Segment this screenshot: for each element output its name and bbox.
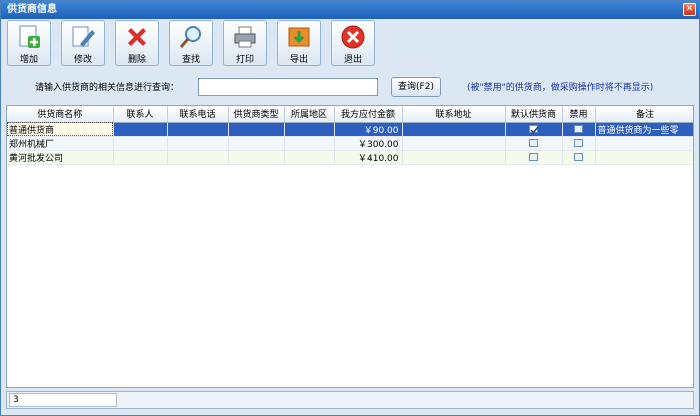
table-row[interactable]: 郑州机械厂 ￥300.00 [7,136,693,151]
default-checkbox[interactable] [529,152,538,161]
cell-address[interactable] [402,136,506,151]
add-button[interactable]: 增加 [7,20,51,66]
cell-address[interactable] [402,122,506,137]
window-title: 供货商信息 [7,4,57,15]
column-header[interactable]: 默认供货商 [505,106,563,123]
column-header[interactable]: 联系人 [113,106,168,123]
export-label: 导出 [289,55,308,65]
disabled-checkbox[interactable] [574,152,583,161]
cell-phone[interactable] [167,122,229,137]
query-button[interactable]: 查询(F2) [391,77,441,97]
add-doc-icon [19,25,40,48]
cell-default[interactable] [505,136,563,151]
print-label: 打印 [235,55,254,65]
print-button[interactable]: 打印 [223,20,267,66]
cell-contact[interactable] [113,150,168,165]
column-header[interactable]: 我方应付金额 [334,106,403,123]
cell-amount[interactable]: ￥300.00 [334,136,403,151]
search-label: 请输入供货商的相关信息进行查询： [35,83,180,93]
cell-address[interactable] [402,150,506,165]
cell-disabled[interactable] [562,122,596,137]
cell-note[interactable]: 普通供货商为一些零 [595,122,693,137]
cell-region[interactable] [284,150,335,165]
default-checkbox-checked[interactable] [529,124,539,134]
supplier-table: 供货商名称 联系人 联系电话 供货商类型 所属地区 我方应付金额 联系地址 默认… [6,105,694,388]
disabled-hint: (被"禁用"的供货商，做采购操作时将不再显示) [467,83,654,93]
cell-note[interactable] [595,150,693,165]
cell-name[interactable]: 普通供货商 [7,122,114,137]
search-row: 请输入供货商的相关信息进行查询： 查询(F2) (被"禁用"的供货商，做采购操作… [1,77,699,99]
cell-amount[interactable]: ￥90.00 [334,122,403,137]
table-row[interactable]: 普通供货商 ￥90.00 普通供货商为一些零 [7,122,693,137]
cell-type[interactable] [228,136,285,151]
delete-button[interactable]: 删除 [115,20,159,66]
title-bar: 供货商信息 ✕ [1,1,699,19]
edit-button[interactable]: 修改 [61,20,105,66]
delete-label: 删除 [127,55,146,65]
record-count: 3 [9,393,117,407]
table-row[interactable]: 黄河批发公司 ￥410.00 [7,150,693,165]
column-header[interactable]: 供货商类型 [228,106,285,123]
column-header[interactable]: 联系地址 [402,106,506,123]
export-button[interactable]: 导出 [277,20,321,66]
cell-phone[interactable] [167,136,229,151]
printer-icon [234,26,256,48]
cell-type[interactable] [228,150,285,165]
cell-contact[interactable] [113,136,168,151]
edit-icon [72,26,95,47]
disabled-checkbox[interactable] [574,138,583,147]
cell-region[interactable] [284,136,335,151]
search-input[interactable] [198,78,378,96]
cell-name[interactable]: 郑州机械厂 [7,136,114,151]
cell-note[interactable] [595,136,693,151]
cell-default[interactable] [505,122,563,137]
close-button[interactable]: ✕ [683,3,696,16]
cell-name[interactable]: 黄河批发公司 [7,150,114,165]
column-header[interactable]: 禁用 [562,106,596,123]
edit-label: 修改 [73,55,92,65]
default-checkbox[interactable] [529,138,538,147]
column-header[interactable]: 备注 [595,106,693,123]
column-header[interactable]: 所属地区 [284,106,335,123]
exit-icon [341,25,365,49]
cell-contact[interactable] [113,122,168,137]
exit-label: 退出 [343,55,362,65]
cell-region[interactable] [284,122,335,137]
column-header[interactable]: 联系电话 [167,106,229,123]
delete-icon [128,28,146,46]
supplier-window: 供货商信息 ✕ 增加 修改 删除 查找 打印 导出 退出 请输入供货商的相关信息… [0,0,700,416]
find-button[interactable]: 查找 [169,20,213,66]
cell-type[interactable] [228,122,285,137]
cell-amount[interactable]: ￥410.00 [334,150,403,165]
cell-disabled[interactable] [562,136,596,151]
column-header[interactable]: 供货商名称 [7,106,114,123]
exit-button[interactable]: 退出 [331,20,375,66]
table-header: 供货商名称 联系人 联系电话 供货商类型 所属地区 我方应付金额 联系地址 默认… [7,106,693,123]
status-bar: 3 [6,391,694,409]
cell-default[interactable] [505,150,563,165]
export-icon [288,27,310,47]
find-label: 查找 [181,55,200,65]
cell-disabled[interactable] [562,150,596,165]
toolbar: 增加 修改 删除 查找 打印 导出 退出 [7,20,385,68]
add-label: 增加 [19,55,38,65]
search-icon [179,26,201,48]
cell-phone[interactable] [167,150,229,165]
disabled-checkbox[interactable] [574,124,583,133]
